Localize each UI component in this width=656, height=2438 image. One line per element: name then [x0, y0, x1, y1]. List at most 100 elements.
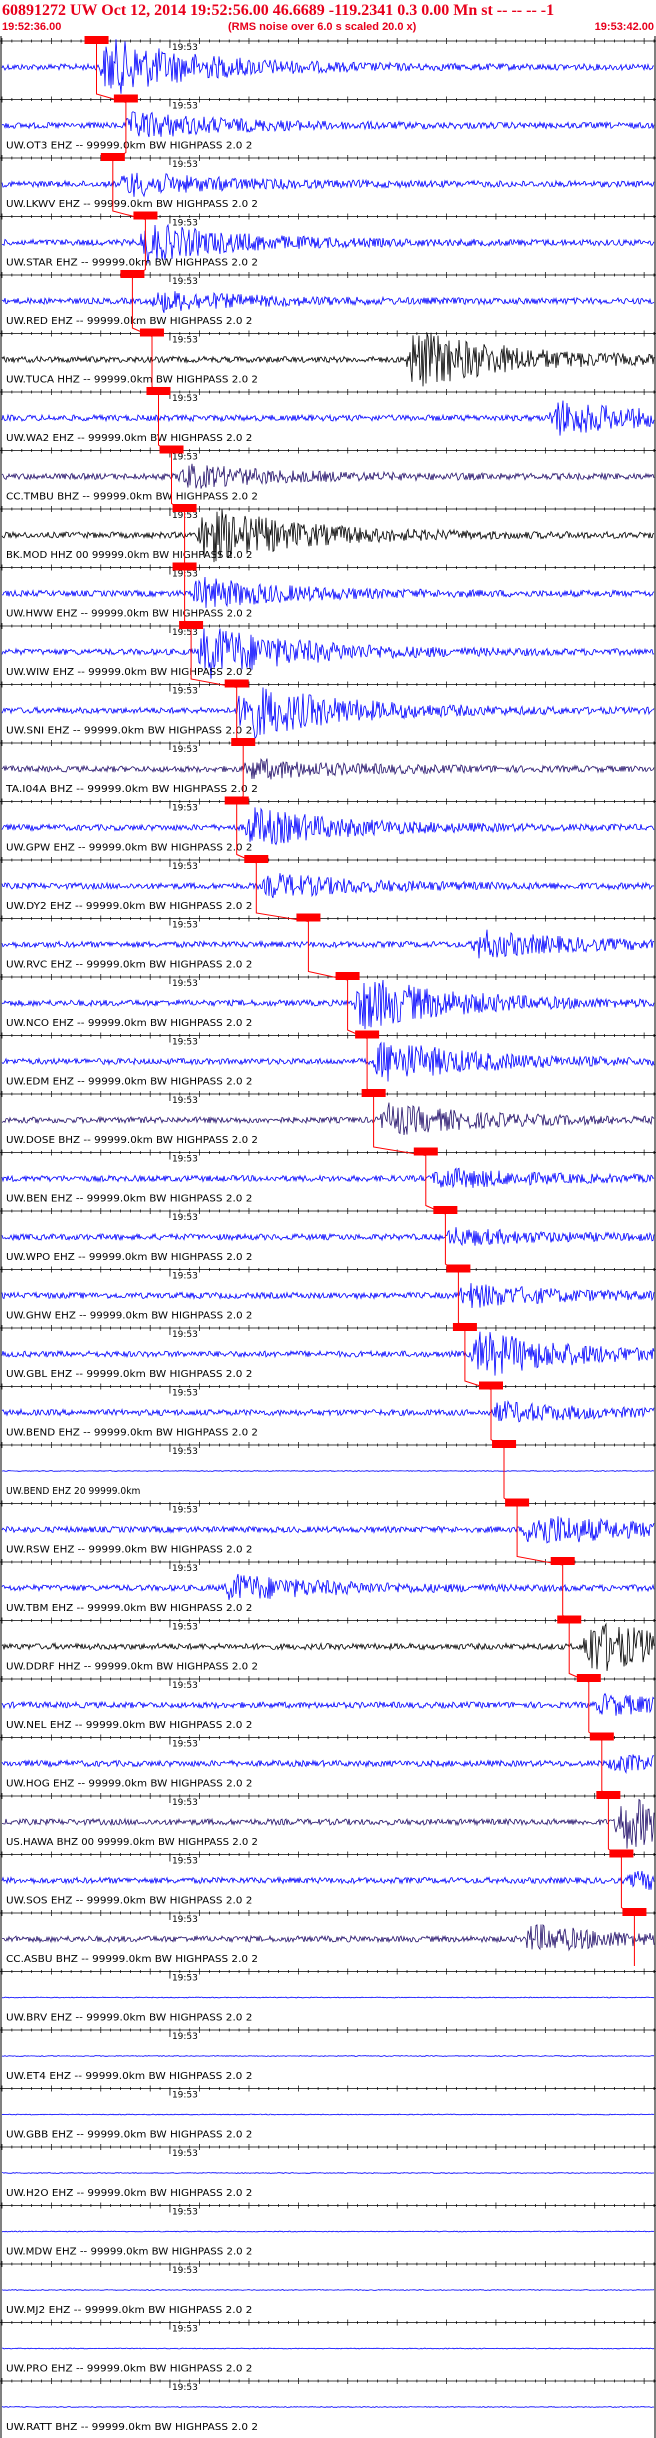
minute-tick-label: 19:53	[172, 1038, 198, 1048]
pick-marker	[479, 1381, 503, 1390]
seismogram-trace	[1, 1573, 655, 1600]
seismogram-trace	[1, 1692, 655, 1716]
station-label: UW.STAR EHZ -- 99999.0km BW HIGHPASS 2.0…	[6, 258, 258, 269]
station-label: BK.MOD HHZ 00 99999.0km BW HIGHPASS 2.0 …	[6, 550, 252, 561]
minute-tick-label: 19:53	[172, 1330, 198, 1340]
station-label: UW.RVC EHZ -- 99999.0km BW HIGHPASS 2.0 …	[6, 960, 252, 971]
seismogram-trace	[1, 39, 655, 94]
station-label: UW.WIW EHZ -- 99999.0km BW HIGHPASS 2.0 …	[6, 667, 252, 678]
seismogram-trace	[1, 1399, 655, 1423]
minute-tick-label: 19:53	[172, 2208, 198, 2218]
station-label: UW.MJ2 EHZ -- 99999.0km BW HIGHPASS 2.0 …	[6, 2305, 252, 2316]
station-label: UW.HOG EHZ -- 99999.0km BW HIGHPASS 2.0 …	[6, 1779, 252, 1790]
station-label: UW.EDM EHZ -- 99999.0km BW HIGHPASS 2.0 …	[6, 1077, 252, 1088]
seismogram-trace	[1, 929, 655, 959]
pick-marker	[446, 1264, 471, 1273]
seismogram-trace	[1, 1754, 655, 1774]
minute-tick-label: 19:53	[172, 1213, 198, 1223]
seismogram-trace	[1, 291, 655, 313]
start-time-label: 19:52:36.00	[2, 21, 62, 33]
seismogram-trace	[2, 1470, 655, 1472]
minute-tick-label: 19:53	[172, 102, 198, 112]
minute-tick-label: 19:53	[172, 2091, 198, 2101]
seismogram-trace	[1, 2289, 655, 2291]
pick-marker	[120, 270, 145, 278]
station-label: CC.TMBU BHZ -- 99999.0km BW HIGHPASS 2.0…	[6, 492, 258, 503]
minute-tick-label: 19:53	[172, 1272, 198, 1282]
minute-tick-label: 19:53	[172, 1974, 198, 1984]
seismogram-trace	[1, 1167, 655, 1189]
minute-tick-label: 19:53	[172, 921, 198, 931]
station-label: US.HAWA BHZ 00 99999.0km BW HIGHPASS 2.0…	[6, 1837, 258, 1848]
station-label: UW.NCO EHZ -- 99999.0km BW HIGHPASS 2.0 …	[6, 1018, 252, 1029]
seismogram-trace	[1, 2406, 655, 2408]
station-label: UW.SOS EHZ -- 99999.0km BW HIGHPASS 2.0 …	[6, 1896, 252, 1907]
minute-tick-label: 19:53	[172, 219, 198, 229]
station-label: UW.TBM EHZ -- 99999.0km BW HIGHPASS 2.0 …	[6, 1603, 252, 1614]
pick-marker	[505, 1498, 530, 1507]
minute-tick-label: 19:53	[172, 1155, 198, 1165]
minute-tick-label: 19:53	[172, 628, 198, 638]
minute-tick-label: 19:53	[172, 277, 198, 287]
minute-tick-label: 19:53	[172, 2383, 198, 2393]
minute-tick-label: 19:53	[172, 43, 198, 53]
station-label: UW.NEL EHZ -- 99999.0km BW HIGHPASS 2.0 …	[6, 1720, 252, 1731]
seismogram-trace	[2, 2172, 654, 2174]
station-label: UW.MDW EHZ -- 99999.0km BW HIGHPASS 2.0 …	[6, 2247, 252, 2258]
station-label: UW.DY2 EHZ -- 99999.0km BW HIGHPASS 2.0 …	[6, 901, 252, 912]
pick-marker	[622, 1908, 647, 1916]
pick-marker	[84, 36, 109, 44]
seismogram-trace	[1, 1870, 655, 1890]
station-label: UW.GPW EHZ -- 99999.0km BW HIGHPASS 2.0 …	[6, 843, 252, 854]
station-label: UW.OT3 EHZ -- 99999.0km BW HIGHPASS 2.0 …	[6, 141, 252, 152]
station-label: UW.BEN EHZ -- 99999.0km BW HIGHPASS 2.0 …	[6, 1194, 252, 1205]
pick-marker	[100, 153, 125, 161]
pick-marker	[113, 94, 138, 103]
station-label: UW.RATT BHZ -- 99999.0km BW HIGHPASS 2.0…	[6, 2422, 258, 2433]
seismogram-trace	[2, 576, 655, 608]
minute-tick-label: 19:53	[172, 2266, 198, 2276]
minute-tick-label: 19:53	[172, 1740, 198, 1750]
pick-marker	[224, 796, 249, 805]
station-label: UW.GBB EHZ -- 99999.0km BW HIGHPASS 2.0 …	[6, 2130, 252, 2141]
seismogram-trace	[1, 172, 655, 198]
minute-tick-label: 19:53	[172, 1447, 198, 1457]
minute-tick-label: 19:53	[172, 979, 198, 989]
seismogram-trace	[1, 400, 655, 436]
station-label: UW.DDRF HHZ -- 99999.0km BW HIGHPASS 2.0…	[6, 1662, 258, 1673]
seismogram-trace	[1, 807, 655, 846]
station-label: UW.BRV EHZ -- 99999.0km BW HIGHPASS 2.0 …	[6, 2013, 252, 2024]
seismogram-trace	[1, 111, 655, 138]
pick-marker	[159, 445, 184, 454]
seismogram-trace	[1, 1516, 655, 1544]
minute-tick-label: 19:53	[172, 2325, 198, 2335]
station-label: UW.GHW EHZ -- 99999.0km BW HIGHPASS 2.0 …	[6, 1311, 252, 1322]
minute-tick-label: 19:53	[172, 1389, 198, 1399]
minute-tick-label: 19:53	[172, 804, 198, 814]
end-time-label: 19:53:42.00	[594, 21, 654, 33]
pick-marker	[179, 621, 204, 629]
pick-marker	[133, 211, 158, 220]
header: 60891272 UW Oct 12, 2014 19:52:56.00 46.…	[0, 0, 656, 36]
minute-tick-label: 19:53	[172, 2149, 198, 2159]
pick-marker	[172, 504, 197, 512]
minute-tick-label: 19:53	[172, 1506, 198, 1516]
minute-tick-label: 19:53	[172, 1623, 198, 1633]
seismogram-trace	[1, 1283, 655, 1309]
seismogram-trace	[1, 758, 655, 780]
pick-marker	[146, 387, 171, 395]
minute-tick-label: 19:53	[172, 394, 198, 404]
minute-tick-label: 19:53	[172, 862, 198, 872]
station-label: UW.SNI EHZ -- 99999.0km BW HIGHPASS 2.0 …	[6, 726, 252, 737]
pick-marker	[361, 1089, 386, 1097]
event-title: 60891272 UW Oct 12, 2014 19:52:56.00 46.…	[2, 2, 555, 19]
minute-tick-label: 19:53	[172, 2032, 198, 2042]
seismogram-trace	[1, 2055, 655, 2057]
minute-tick-label: 19:53	[172, 1915, 198, 1925]
minute-tick-label: 19:53	[172, 1681, 198, 1691]
pick-marker	[589, 1732, 614, 1741]
seismogram-trace	[1, 1996, 654, 1999]
station-label: UW.TUCA HHZ -- 99999.0km BW HIGHPASS 2.0…	[6, 375, 258, 386]
minute-tick-label: 19:53	[172, 687, 198, 697]
station-label: UW.RSW EHZ -- 99999.0km BW HIGHPASS 2.0 …	[6, 1545, 252, 1556]
